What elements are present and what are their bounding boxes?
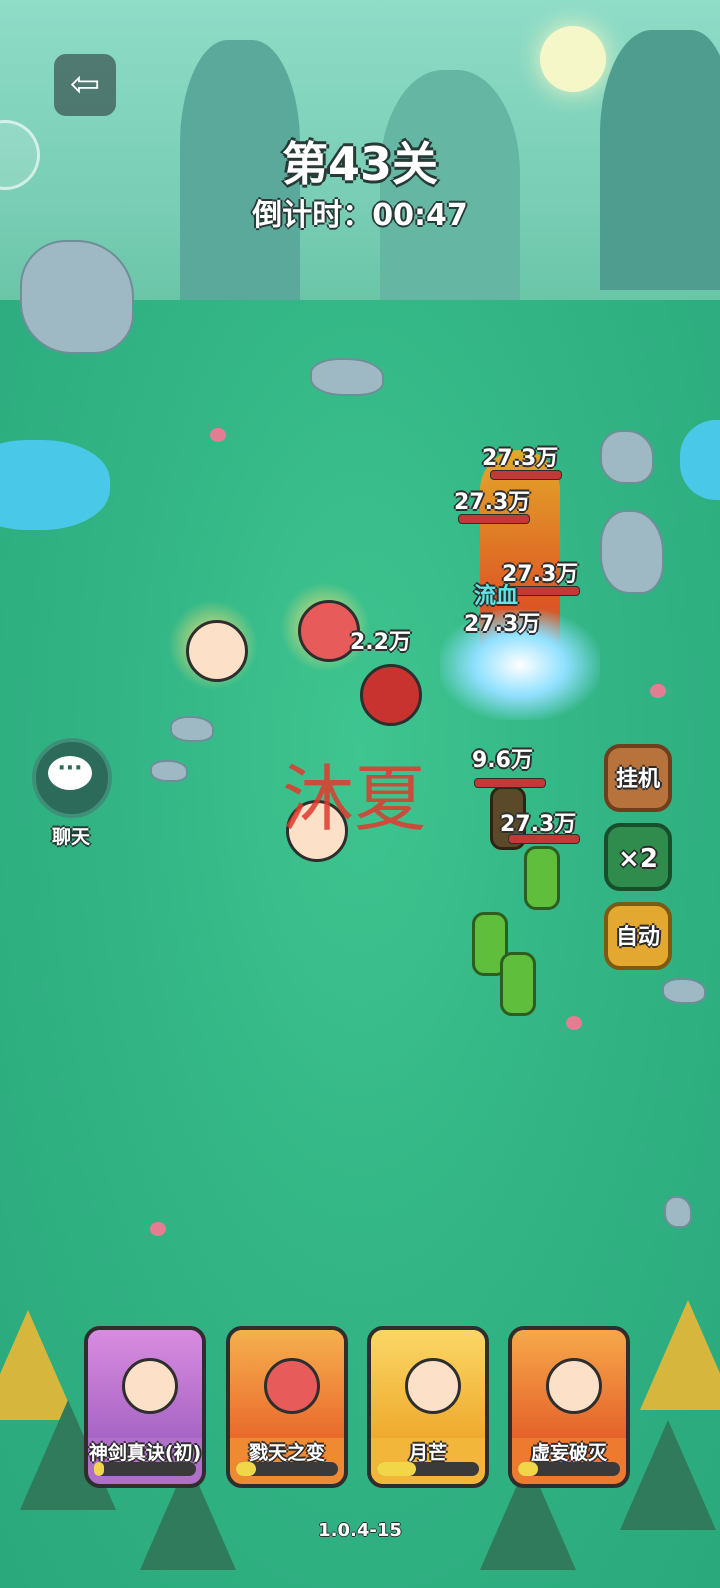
damage-number: 27.3万 [454,490,531,515]
hero-portrait [264,1358,320,1414]
rock [662,978,706,1004]
hero-portrait [546,1358,602,1414]
skill-cooldown-fill [518,1462,539,1476]
rock [20,240,134,354]
ally-hero-red[interactable] [360,664,422,726]
skill-name: 虚妄破灭 [530,1442,607,1464]
chat-button[interactable]: ··· 聊天 [32,738,112,849]
bamboo-enemy[interactable] [524,846,560,910]
speed-x2-button[interactable]: ×2 [604,823,672,891]
skill-card[interactable]: 戮天之变 [226,1326,348,1488]
exit-button[interactable]: ⇦ [54,54,116,116]
damage-number: 2.2万 [350,630,411,655]
rock [310,358,384,396]
hero-portrait [405,1358,461,1414]
skill-card[interactable]: 神剑真诀(初) [84,1326,206,1488]
version-label: 1.0.4-15 [318,1520,402,1541]
damage-number: 27.3万 [482,446,559,471]
flower [650,684,666,698]
flower [150,1222,166,1236]
skill-art [371,1330,485,1438]
damage-number: 27.3万 [464,612,541,637]
skill-card[interactable]: 虚妄破灭 [508,1326,630,1488]
flower [566,1016,582,1030]
enemy-hp-bar [508,586,580,596]
rock [170,716,214,742]
rock [150,760,188,782]
countdown: 倒计时：00:47 [0,190,720,234]
rock [600,510,664,594]
skill-art [88,1330,202,1438]
skill-cooldown-bar [236,1462,338,1476]
skill-cooldown-bar [377,1462,479,1476]
flower [210,428,226,442]
skill-name: 戮天之变 [248,1442,325,1464]
pine-tree [640,1300,720,1410]
skill-cooldown-bar [94,1462,196,1476]
damage-number: 9.6万 [472,748,533,773]
level-title: 第43关 [281,137,438,191]
skill-cooldown-fill [94,1462,105,1476]
enemy-hp-bar [508,834,580,844]
countdown-value: 00:47 [372,198,468,233]
skill-card[interactable]: 月芒 [367,1326,489,1488]
hero-portrait [122,1358,178,1414]
watermark-text: 沐夏 [282,757,427,841]
skill-bar: 神剑真诀(初) 戮天之变 月芒 虚妄破灭 [84,1326,632,1490]
skill-art [512,1330,626,1438]
enemy-hp-bar [490,470,562,480]
chat-bubble-glyph: ··· [48,756,92,790]
skill-name: 神剑真诀(初) [88,1442,202,1464]
ally-hero-moon[interactable] [186,620,248,682]
chat-label: 聊天 [51,826,90,848]
countdown-label: 倒计时： [252,198,373,233]
exit-icon: ⇦ [69,64,101,105]
sun [540,26,606,92]
idle-button[interactable]: 挂机 [604,744,672,812]
skill-name: 月芒 [408,1442,447,1464]
pine-tree [620,1420,716,1530]
chat-bubble-icon[interactable]: ··· [32,738,112,818]
skill-art [230,1330,344,1438]
bamboo-enemy[interactable] [500,952,536,1016]
skill-cooldown-bar [518,1462,620,1476]
enemy-hp-bar [474,778,546,788]
rock [600,430,654,484]
rock [664,1196,692,1228]
auto-button[interactable]: 自动 [604,902,672,970]
skill-cooldown-fill [236,1462,257,1476]
enemy-hp-bar [458,514,530,524]
skill-cooldown-fill [377,1462,416,1476]
